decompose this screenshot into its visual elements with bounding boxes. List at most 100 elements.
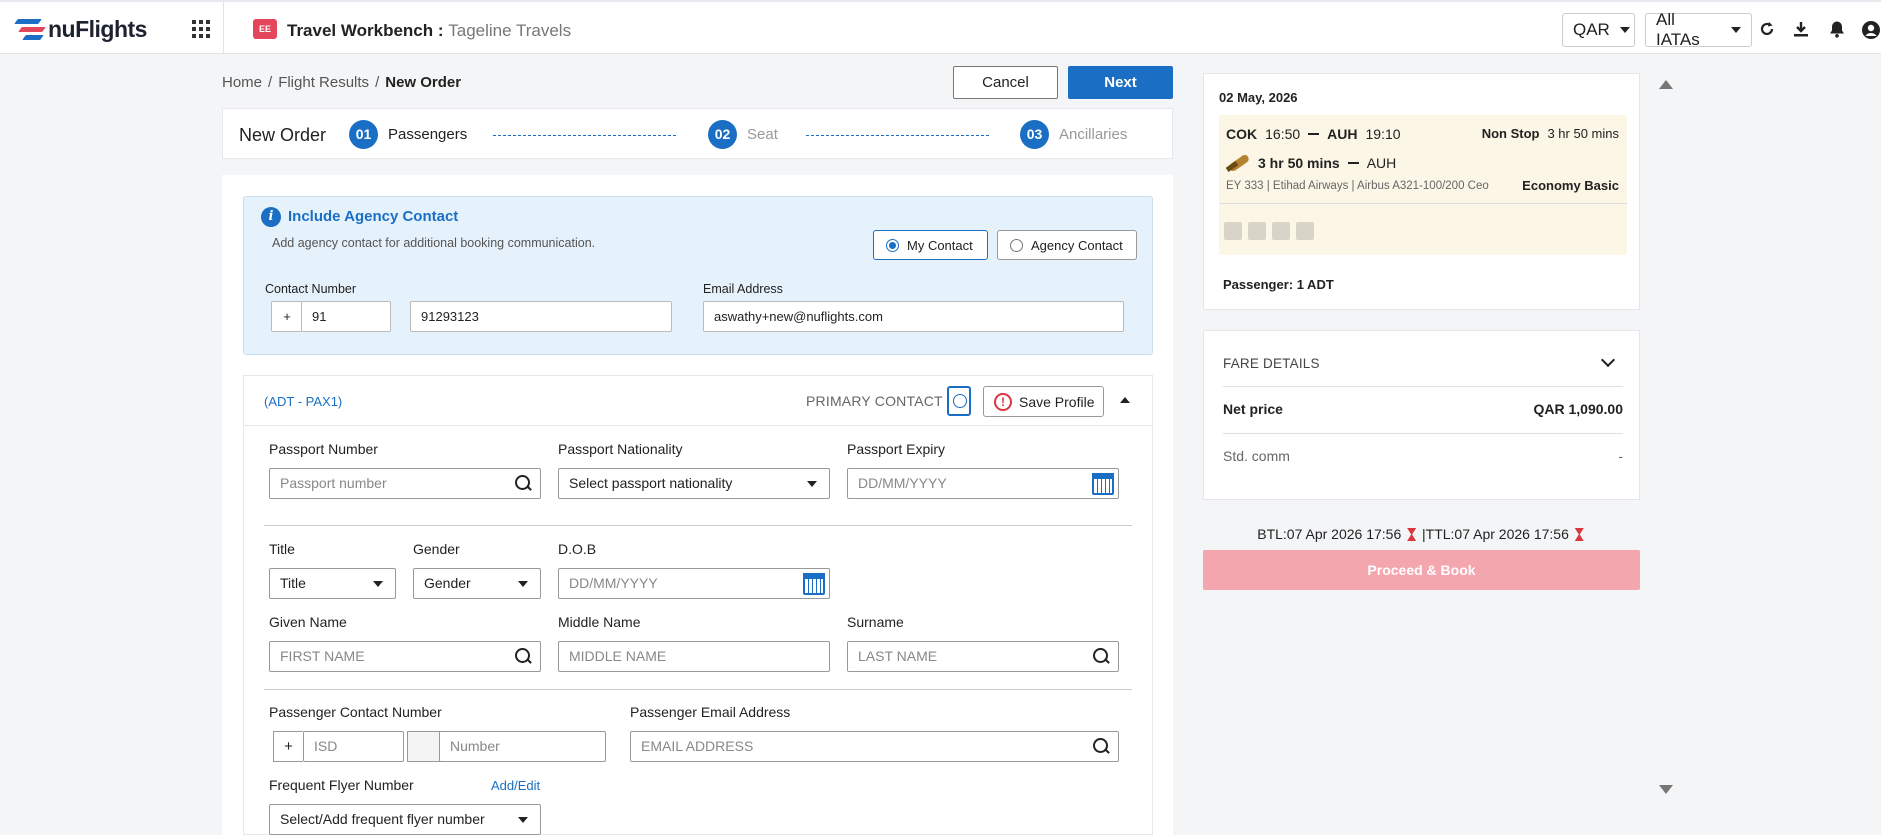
- gender-select[interactable]: Gender: [413, 568, 541, 599]
- flight-leg: 3 hr 50 mins AUH: [1226, 153, 1396, 173]
- my-contact-label: My Contact: [907, 237, 973, 253]
- nuflights-logo[interactable]: nuFlights: [14, 14, 147, 44]
- search-icon[interactable]: [1093, 738, 1110, 755]
- section-divider: [264, 689, 1132, 690]
- iata-select[interactable]: All IATAs: [1645, 10, 1752, 49]
- fare-details-card: FARE DETAILS Net price QAR 1,090.00 Std.…: [1203, 330, 1640, 500]
- destination-code: AUH: [1327, 126, 1358, 142]
- passport-scan-icon[interactable]: [947, 386, 971, 416]
- calendar-icon[interactable]: [803, 573, 825, 595]
- agency-contact-desc: Add agency contact for additional bookin…: [272, 236, 596, 250]
- nationality-value: Select passport nationality: [569, 475, 733, 491]
- user-icon[interactable]: [1861, 20, 1881, 40]
- step-ancillaries[interactable]: 03 Ancillaries: [1020, 120, 1127, 149]
- hourglass-icon: [1407, 528, 1417, 541]
- breadcrumb-flight-results[interactable]: Flight Results: [278, 74, 369, 91]
- country-code-input[interactable]: 91: [301, 301, 391, 332]
- wifi-icon: [1224, 222, 1242, 240]
- nationality-label: Passport Nationality: [558, 441, 683, 457]
- passenger-count: Passenger: 1 ADT: [1223, 277, 1334, 292]
- chevron-up-icon[interactable]: [1120, 397, 1130, 403]
- flight-route: COK 16:50 AUH 19:10: [1226, 126, 1401, 142]
- radio-unchecked-icon: [1010, 238, 1023, 252]
- cancel-button[interactable]: Cancel: [953, 66, 1058, 99]
- frequent-flyer-add-edit-link[interactable]: Add/Edit: [491, 778, 540, 793]
- middle-name-input[interactable]: MIDDLE NAME: [558, 641, 830, 672]
- search-icon[interactable]: [515, 475, 532, 492]
- stops: Non Stop: [1481, 126, 1540, 141]
- currency-value: QAR: [1573, 20, 1610, 39]
- given-name-placeholder: FIRST NAME: [280, 648, 365, 664]
- step-number: 02: [708, 120, 737, 149]
- given-name-input[interactable]: FIRST NAME: [269, 641, 541, 672]
- save-profile-button[interactable]: ! Save Profile: [983, 386, 1104, 417]
- seat-icon: [1248, 222, 1266, 240]
- refresh-icon[interactable]: [1757, 20, 1777, 40]
- fare-divider: [1223, 386, 1623, 387]
- proceed-book-button[interactable]: Proceed & Book: [1203, 550, 1640, 590]
- stops-duration: Non Stop 3 hr 50 mins: [1482, 126, 1619, 141]
- passport-expiry-placeholder: DD/MM/YYYY: [858, 475, 947, 491]
- frequent-flyer-label: Frequent Flyer Number: [269, 777, 414, 793]
- net-price-row: Net price QAR 1,090.00: [1223, 401, 1623, 417]
- commission-label: Std. comm: [1223, 448, 1290, 464]
- step-seat[interactable]: 02 Seat: [708, 120, 778, 149]
- passport-number-placeholder: Passport number: [280, 475, 387, 491]
- isd-input[interactable]: ISD: [303, 731, 404, 762]
- contact-number-label: Contact Number: [265, 282, 357, 296]
- agency-contact-option[interactable]: Agency Contact: [997, 230, 1137, 260]
- middle-name-label: Middle Name: [558, 614, 641, 630]
- agency-contact-label: Agency Contact: [1031, 237, 1123, 253]
- chevron-down-icon: [1731, 27, 1741, 33]
- step-label: Seat: [747, 126, 778, 143]
- agency-contact-title: Include Agency Contact: [288, 208, 459, 225]
- scroll-up-arrow-icon[interactable]: [1659, 80, 1673, 89]
- iata-value: All IATAs: [1656, 10, 1700, 49]
- apps-grid-icon[interactable]: [192, 20, 210, 38]
- nationality-select[interactable]: Select passport nationality: [558, 468, 830, 499]
- fare-details-title[interactable]: FARE DETAILS: [1223, 356, 1320, 371]
- passenger-email-placeholder: EMAIL ADDRESS: [641, 738, 754, 754]
- download-icon[interactable]: [1791, 20, 1811, 40]
- passport-expiry-input[interactable]: DD/MM/YYYY: [847, 468, 1119, 499]
- flight-date: 02 May, 2026: [1219, 90, 1298, 105]
- passport-number-input[interactable]: Passport number: [269, 468, 541, 499]
- my-contact-option[interactable]: My Contact: [873, 230, 988, 260]
- step-passengers[interactable]: 01 Passengers: [349, 120, 467, 149]
- origin-code: COK: [1226, 126, 1258, 142]
- bell-icon[interactable]: [1827, 20, 1847, 40]
- logo-text: nuFlights: [48, 15, 147, 42]
- email-input[interactable]: aswathy+new@nuflights.com: [703, 301, 1124, 332]
- btl-deadline: BTL:07 Apr 2026 17:56: [1257, 526, 1402, 542]
- chevron-down-icon: [518, 581, 528, 587]
- next-button[interactable]: Next: [1068, 66, 1173, 99]
- surname-input[interactable]: LAST NAME: [847, 641, 1119, 672]
- workbench-icon: EE: [253, 19, 277, 39]
- title-select[interactable]: Title: [269, 568, 396, 599]
- currency-select[interactable]: QAR: [1562, 13, 1635, 47]
- passenger-number-placeholder: Number: [450, 738, 500, 754]
- breadcrumb-home[interactable]: Home: [222, 74, 262, 91]
- passport-number-label: Passport Number: [269, 441, 378, 457]
- search-icon[interactable]: [1093, 648, 1110, 665]
- chevron-down-icon[interactable]: [1600, 352, 1616, 368]
- agency-name: Tageline Travels: [448, 21, 572, 40]
- duration: 3 hr 50 mins: [1547, 126, 1619, 141]
- order-stepper: New Order 01 Passengers 02 Seat 03 Ancil…: [222, 108, 1173, 159]
- frequent-flyer-select[interactable]: Select/Add frequent flyer number: [269, 804, 541, 835]
- workbench-title-text: Travel Workbench :: [287, 21, 449, 40]
- dob-input[interactable]: DD/MM/YYYY: [558, 568, 830, 599]
- gender-label: Gender: [413, 541, 460, 557]
- contact-number-input[interactable]: 91293123: [410, 301, 672, 332]
- breadcrumb-current: New Order: [385, 74, 462, 91]
- passenger-number-input[interactable]: Number: [439, 731, 606, 762]
- agency-contact-panel: i Include Agency Contact Add agency cont…: [243, 196, 1153, 355]
- passenger-header: (ADT - PAX1) PRIMARY CONTACT ! Save Prof…: [244, 376, 1152, 426]
- passport-expiry-label: Passport Expiry: [847, 441, 946, 457]
- given-name-label: Given Name: [269, 614, 347, 630]
- meal-icon: [1272, 222, 1290, 240]
- calendar-icon[interactable]: [1092, 473, 1114, 495]
- search-icon[interactable]: [515, 648, 532, 665]
- passenger-email-input[interactable]: EMAIL ADDRESS: [630, 731, 1119, 762]
- scroll-down-arrow-icon[interactable]: [1659, 785, 1673, 794]
